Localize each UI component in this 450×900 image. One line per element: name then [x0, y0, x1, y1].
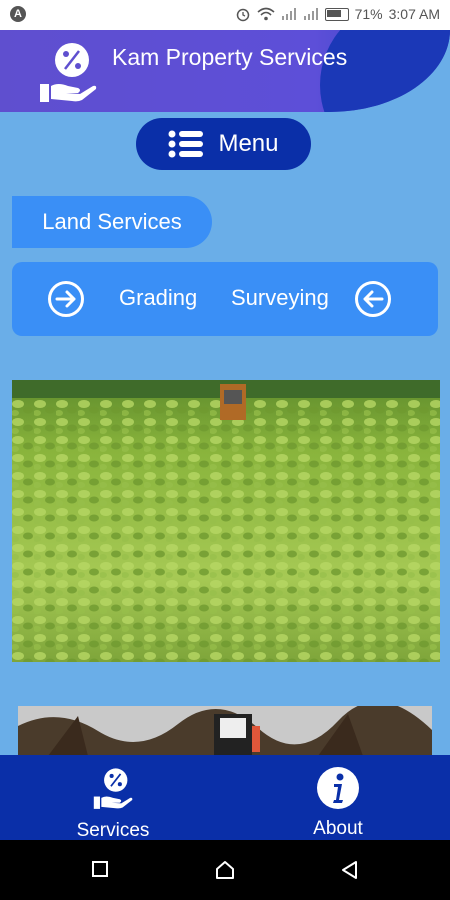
nav-about[interactable]: About [278, 765, 398, 840]
wifi-icon [257, 7, 275, 21]
clock: 3:07 AM [388, 6, 440, 22]
arrow-right-icon[interactable] [47, 280, 85, 318]
service-surveying[interactable]: Surveying [231, 285, 329, 311]
menu-button[interactable]: Menu [136, 118, 311, 170]
system-navigation-bar [0, 840, 450, 900]
battery-percent: 71% [354, 6, 383, 22]
header-accent [320, 30, 450, 112]
bottom-navigation: Services About [0, 755, 450, 842]
back-icon[interactable] [340, 860, 358, 880]
list-icon [168, 130, 204, 158]
notification-icon: A [10, 6, 26, 22]
alarm-icon [236, 8, 249, 22]
percent-hand-icon [93, 768, 133, 809]
info-icon [317, 767, 359, 809]
battery-icon [324, 7, 349, 21]
signal-icon [281, 8, 296, 20]
signal-icon-2 [303, 8, 318, 20]
app-title: Kam Property Services [112, 44, 348, 70]
app-header: Kam Property Services [0, 30, 450, 112]
land-photo-grading [12, 380, 440, 662]
services-carousel: Grading Surveying [12, 262, 438, 336]
land-photo-surveying [18, 706, 432, 756]
section-title: Land Services [12, 196, 212, 248]
nav-services-label: Services [76, 820, 150, 841]
service-grading[interactable]: Grading [119, 285, 197, 311]
arrow-left-icon[interactable] [354, 280, 392, 318]
nav-about-label: About [313, 818, 363, 839]
percent-hand-icon [40, 43, 97, 102]
menu-label: Menu [218, 130, 279, 157]
recents-icon[interactable] [91, 860, 109, 878]
home-icon[interactable] [215, 860, 235, 880]
status-bar: A 71% 3:07 AM [0, 0, 450, 30]
section-title-label: Land Services [42, 209, 182, 234]
nav-services[interactable]: Services [53, 765, 173, 842]
